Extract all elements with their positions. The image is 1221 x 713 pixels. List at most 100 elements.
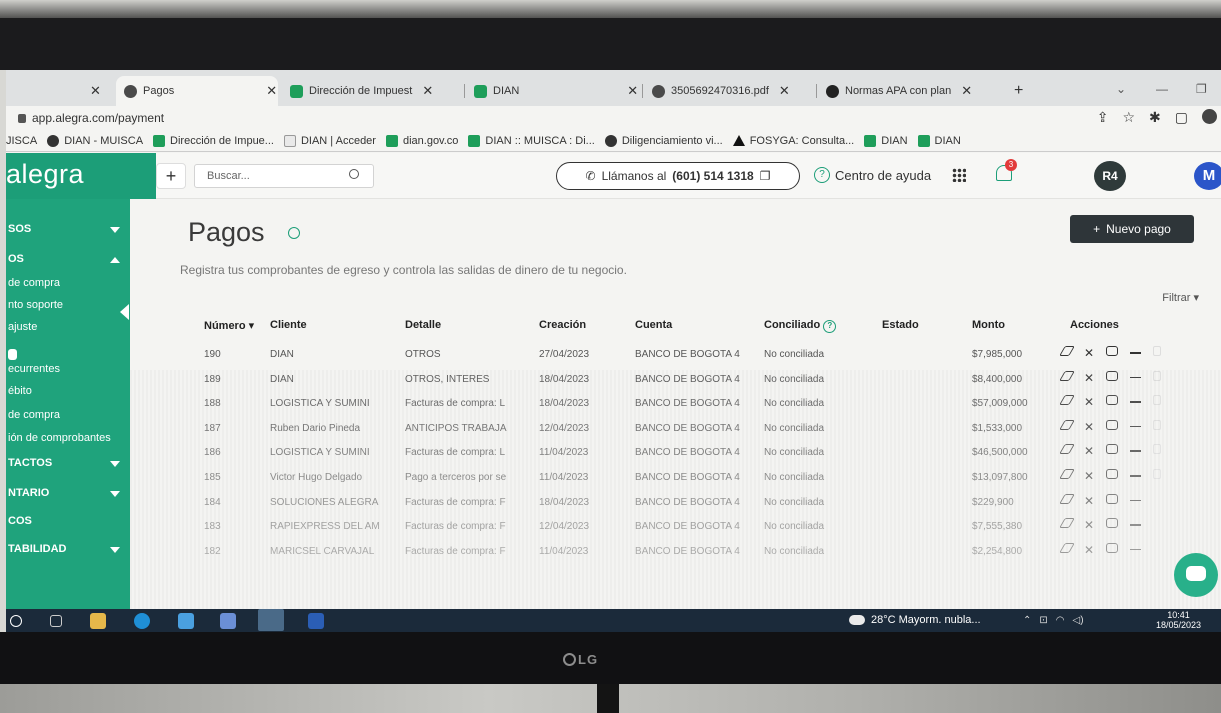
call-us-button[interactable]: ✆ Llámanos al (601) 514 1318 ❐ — [556, 162, 800, 190]
tab-direccion-impuestos[interactable]: Dirección de Impuest ✕ — [282, 76, 462, 106]
cell-numero[interactable]: 187 — [204, 423, 254, 434]
close-icon[interactable]: ✕ — [422, 83, 433, 99]
close-icon[interactable]: ✕ — [90, 83, 101, 99]
sidebar-item-recurrentes[interactable]: ecurrentes — [6, 363, 130, 375]
print-icon[interactable] — [1106, 419, 1119, 430]
cell-numero[interactable]: 182 — [204, 546, 254, 557]
sidebar-item-ajuste[interactable]: ajuste — [6, 321, 130, 333]
sidebar-item-recepcion-comprobantes[interactable]: ión de comprobantes — [6, 432, 130, 444]
search-icon[interactable] — [10, 615, 22, 627]
close-icon[interactable]: ✕ — [1084, 371, 1094, 385]
tab-normas-apa[interactable]: Normas APA con plan ✕ — [818, 76, 998, 106]
print-icon[interactable] — [1106, 370, 1119, 381]
quick-create-button[interactable]: + — [156, 163, 186, 189]
chevron-up-icon[interactable]: ⌃ — [1023, 615, 1031, 626]
void-icon[interactable] — [1130, 548, 1142, 551]
new-payment-button[interactable]: + Nuevo pago — [1070, 215, 1194, 243]
tab-dian[interactable]: DIAN ✕ — [466, 76, 640, 106]
attachment-icon[interactable] — [1153, 469, 1162, 479]
company-logo[interactable]: R4 — [1094, 161, 1126, 191]
sidebar-item-documento-soporte[interactable]: nto soporte — [6, 299, 130, 311]
tab-pagos[interactable]: Pagos ✕ — [116, 76, 278, 106]
attachment-icon[interactable] — [1153, 419, 1162, 430]
apps-grid-icon[interactable] — [952, 168, 966, 182]
help-icon[interactable] — [288, 227, 300, 239]
attachment-icon[interactable] — [1153, 370, 1162, 381]
edge-icon[interactable] — [134, 613, 150, 629]
sidebar-item-debito[interactable]: ébito — [6, 385, 130, 397]
attachment-icon[interactable] — [1153, 346, 1162, 356]
void-icon[interactable] — [1130, 425, 1142, 428]
wifi-icon[interactable]: ◠ — [1056, 615, 1065, 626]
close-icon[interactable]: ✕ — [1084, 346, 1094, 360]
void-icon[interactable] — [1130, 524, 1142, 526]
bookmark-item[interactable]: DIAN — [917, 134, 961, 147]
void-icon[interactable] — [1130, 352, 1142, 354]
edit-icon[interactable] — [1059, 395, 1075, 406]
task-view-icon[interactable] — [50, 615, 62, 627]
bookmark-item[interactable]: FOSYGA: Consulta... — [732, 135, 854, 147]
photos-app-icon[interactable] — [220, 613, 236, 629]
sidebar-item-ordenes-compra[interactable]: de compra — [6, 409, 130, 421]
void-icon[interactable] — [1130, 376, 1142, 379]
sidebar-collapse-handle[interactable] — [120, 304, 129, 320]
edit-icon[interactable] — [1059, 346, 1075, 356]
attachment-icon[interactable] — [1153, 444, 1162, 455]
void-icon[interactable] — [1130, 475, 1142, 477]
table-row[interactable]: 188 LOGISTICA Y SUMINI Facturas de compra:… — [182, 394, 1192, 418]
calendar-app-icon[interactable] — [178, 613, 194, 629]
bookmark-item[interactable]: dian.gov.co — [385, 134, 458, 147]
print-icon[interactable] — [1106, 542, 1119, 553]
table-row[interactable]: 182 MARICSEL CARVAJAL Facturas de compra: … — [182, 542, 1192, 566]
network-icon[interactable]: ⊡ — [1039, 615, 1047, 626]
edit-icon[interactable] — [1059, 518, 1075, 529]
system-clock[interactable]: 10:41 18/05/2023 — [1156, 610, 1201, 630]
close-icon[interactable]: ✕ — [779, 83, 790, 99]
print-icon[interactable] — [1106, 346, 1119, 356]
close-icon[interactable]: ✕ — [1084, 543, 1094, 557]
minimize-icon[interactable]: — — [1156, 82, 1168, 96]
cell-numero[interactable]: 186 — [204, 447, 254, 458]
copy-icon[interactable]: ❐ — [760, 169, 771, 183]
sidebar-section-contactos[interactable]: TACTOS — [6, 457, 130, 469]
print-icon[interactable] — [1106, 444, 1119, 455]
table-row[interactable]: 189 DIAN OTROS, INTERES 18/04/2023 BANCO DE … — [182, 370, 1192, 394]
table-row[interactable]: 184 SOLUCIONES ALEGRA Facturas de compra: … — [182, 493, 1192, 517]
cell-numero[interactable]: 190 — [204, 349, 254, 360]
attachment-icon[interactable] — [1153, 395, 1162, 406]
table-row[interactable]: 187 Ruben Dario Pineda ANTICIPOS TRABAJA 12… — [182, 419, 1192, 443]
edit-icon[interactable] — [1059, 493, 1075, 504]
cell-numero[interactable]: 184 — [204, 497, 254, 508]
sidebar-item-facturas-compra[interactable]: de compra — [6, 277, 130, 289]
new-tab-button[interactable]: + — [1006, 76, 1036, 106]
column-header-numero[interactable]: Número ▾ — [204, 319, 254, 332]
print-icon[interactable] — [1106, 469, 1119, 479]
close-icon[interactable]: ✕ — [1084, 395, 1094, 409]
edit-icon[interactable] — [1059, 444, 1075, 455]
cell-numero[interactable]: 188 — [204, 398, 254, 409]
bookmark-item[interactable]: DIAN :: MUISCA : Di... — [468, 134, 595, 147]
cell-numero[interactable]: 185 — [204, 472, 254, 483]
alegra-logo[interactable]: alegra — [6, 153, 156, 199]
void-icon[interactable] — [1130, 499, 1142, 502]
bookmark-item[interactable]: DIAN - MUISCA — [47, 134, 143, 147]
void-icon[interactable] — [1130, 401, 1142, 403]
bookmark-item[interactable]: Dirección de Impue... — [153, 134, 274, 147]
sidebar-section-ingresos[interactable]: SOS — [6, 223, 130, 235]
volume-icon[interactable]: ◁) — [1073, 615, 1084, 626]
bookmark-item[interactable]: DIAN | Acceder — [283, 134, 376, 147]
edit-icon[interactable] — [1059, 419, 1075, 430]
table-row[interactable]: 185 Victor Hugo Delgado Pago a terceros po… — [182, 468, 1192, 492]
profile-icon[interactable] — [1202, 109, 1217, 124]
void-icon[interactable] — [1130, 450, 1142, 452]
chrome-icon[interactable] — [258, 609, 284, 631]
bookmark-item[interactable]: JISCA — [6, 135, 37, 147]
side-panel-icon[interactable]: ▢ — [1175, 109, 1188, 126]
sidebar-section-bancos[interactable]: COS — [6, 515, 130, 527]
close-icon[interactable]: ✕ — [1084, 420, 1094, 434]
print-icon[interactable] — [1106, 518, 1119, 529]
help-center-link[interactable]: ? Centro de ayuda — [814, 167, 931, 183]
sidebar-section-inventario[interactable]: NTARIO — [6, 487, 130, 499]
chat-button[interactable] — [1174, 553, 1218, 597]
edit-icon[interactable] — [1059, 469, 1075, 479]
